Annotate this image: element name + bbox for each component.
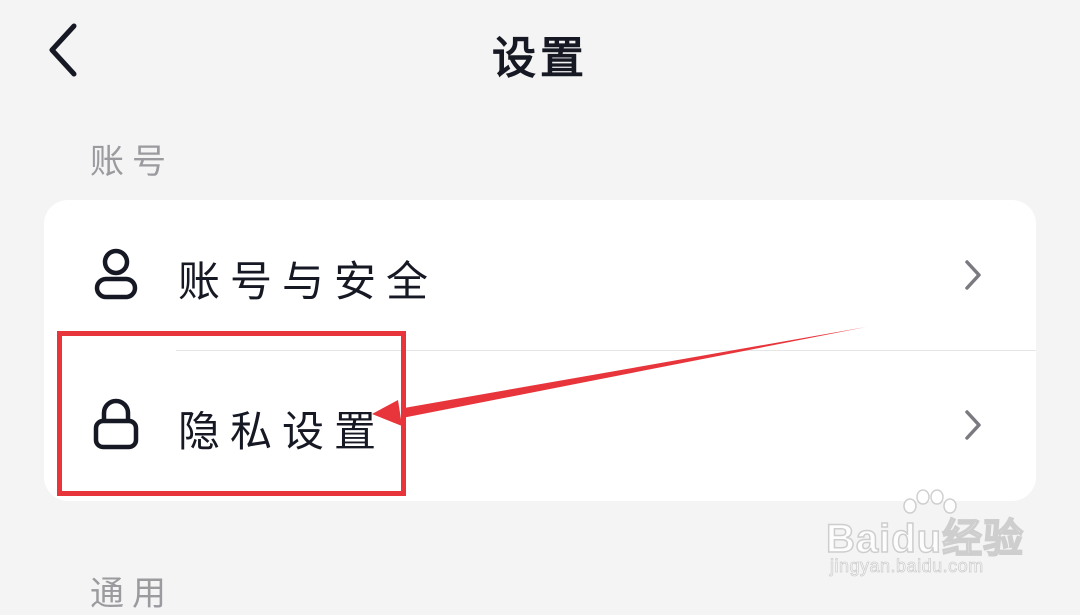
watermark-url: jingyan.baidu.com xyxy=(830,556,984,577)
section-label-general: 通用 xyxy=(90,574,174,614)
lock-icon xyxy=(93,398,139,450)
section-label-account: 账号 xyxy=(90,142,174,182)
header: 设置 xyxy=(0,0,1080,100)
page-title: 设置 xyxy=(492,33,588,84)
watermark-brand: Baidu经验 xyxy=(825,516,1025,562)
user-icon xyxy=(94,248,138,300)
menu-item-label: 隐私设置 xyxy=(178,407,387,456)
chevron-right-icon xyxy=(965,410,981,440)
menu-item-privacy-settings[interactable]: 隐私设置 xyxy=(44,350,1036,500)
chevron-right-icon xyxy=(965,260,981,290)
settings-card: 账号与安全 隐私设置 xyxy=(44,200,1036,501)
menu-item-account-security[interactable]: 账号与安全 xyxy=(44,200,1036,350)
menu-item-label: 账号与安全 xyxy=(178,257,439,306)
